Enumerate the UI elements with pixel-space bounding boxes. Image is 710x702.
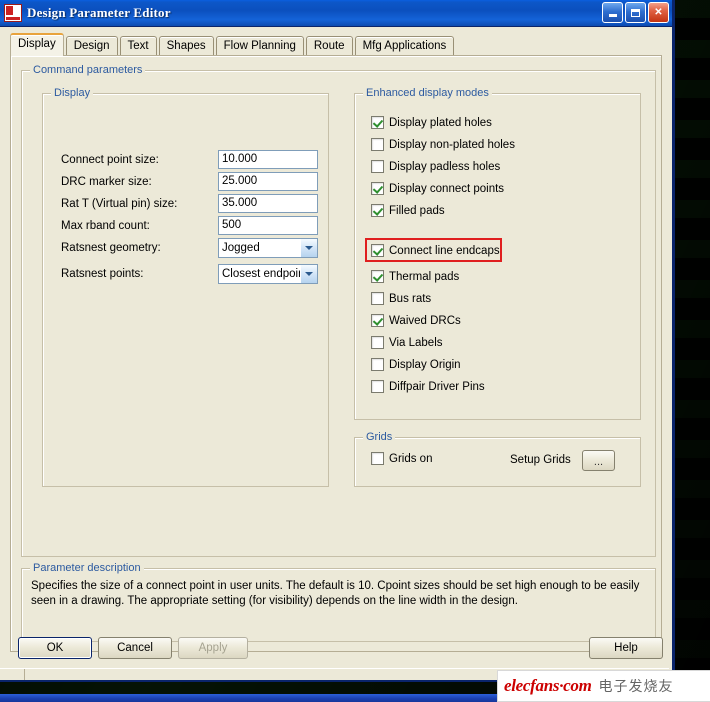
checkbox-label: Display plated holes: [389, 116, 492, 129]
ratsnest-geometry-value: Jogged: [222, 242, 260, 254]
checkbox-display-origin[interactable]: Display Origin: [371, 358, 461, 371]
checkbox-icon-checked[interactable]: [371, 182, 384, 195]
checkbox-icon-checked[interactable]: [371, 204, 384, 217]
checkbox-display-plated-holes[interactable]: Display plated holes: [371, 116, 492, 129]
checkbox-label: Grids on: [389, 452, 433, 465]
help-button[interactable]: Help: [589, 637, 663, 659]
setup-grids-label: Setup Grids: [510, 454, 571, 466]
ratsnest-geometry-select[interactable]: Jogged: [218, 238, 318, 258]
checkbox-label: Connect line endcaps: [389, 244, 500, 257]
app-document-icon: [4, 4, 22, 22]
tab-route[interactable]: Route: [305, 36, 353, 55]
enhanced-display-modes-title: Enhanced display modes: [363, 87, 492, 99]
checkbox-display-padless-holes[interactable]: Display padless holes: [371, 160, 500, 173]
ratsnest-points-select[interactable]: Closest endpoint: [218, 264, 318, 284]
checkbox-label: Filled pads: [389, 204, 445, 217]
max-rband-count-label: Max rband count:: [61, 220, 150, 232]
close-button[interactable]: ✕: [648, 2, 669, 23]
checkbox-via-labels[interactable]: Via Labels: [371, 336, 443, 349]
parameter-description-text: Specifies the size of a connect point in…: [31, 580, 640, 607]
checkbox-icon-unchecked[interactable]: [371, 292, 384, 305]
watermark-chinese-text: 电子发烧友: [598, 679, 674, 695]
watermark: elecfans·com 电子发烧友: [497, 670, 710, 702]
display-group-title: Display: [51, 87, 94, 99]
window-title: Design Parameter Editor: [27, 5, 171, 20]
connect-point-size-input[interactable]: 10.000: [218, 150, 318, 169]
tab-text[interactable]: Text: [119, 36, 157, 55]
minimize-icon: [608, 14, 617, 17]
dialog-button-bar: OK Cancel Apply Help: [0, 633, 669, 667]
display-tab-page: Command parameters Display Connect point…: [10, 55, 662, 652]
tab-shapes[interactable]: Shapes: [158, 36, 214, 55]
checkbox-diffpair-driver-pins[interactable]: Diffpair Driver Pins: [371, 380, 485, 393]
checkbox-connect-line-endcaps[interactable]: Connect line endcaps: [371, 244, 500, 257]
checkbox-label: Diffpair Driver Pins: [389, 380, 485, 393]
checkbox-bus-rats[interactable]: Bus rats: [371, 292, 431, 305]
setup-grids-button[interactable]: ...: [582, 450, 615, 471]
checkbox-label: Bus rats: [389, 292, 432, 305]
checkbox-waived-drcs[interactable]: Waived DRCs: [371, 314, 461, 327]
checkbox-icon-checked[interactable]: [371, 270, 384, 283]
watermark-latin-text: elecfans·com: [504, 676, 592, 695]
checkbox-icon-checked[interactable]: [371, 244, 384, 257]
checkbox-icon-unchecked[interactable]: [371, 160, 384, 173]
command-parameters-title: Command parameters: [30, 64, 146, 76]
tab-mfg-applications[interactable]: Mfg Applications: [354, 36, 455, 55]
minimize-button[interactable]: [602, 2, 623, 23]
grids-group-title: Grids: [363, 431, 396, 443]
rat-t-virtual-pin-size-label: Rat T (Virtual pin) size:: [61, 198, 178, 210]
tab-display[interactable]: Display: [10, 33, 64, 56]
cancel-button[interactable]: Cancel: [98, 637, 172, 659]
checkbox-label: Via Labels: [389, 336, 443, 349]
maximize-icon: [631, 8, 640, 17]
checkbox-icon-checked[interactable]: [371, 314, 384, 327]
ratsnest-points-label: Ratsnest points:: [61, 268, 144, 280]
checkbox-icon-unchecked[interactable]: [371, 138, 384, 151]
ratsnest-geometry-label: Ratsnest geometry:: [61, 242, 161, 254]
checkbox-label: Display non-plated holes: [389, 138, 515, 151]
drc-marker-size-input[interactable]: 25.000: [218, 172, 318, 191]
checkbox-thermal-pads[interactable]: Thermal pads: [371, 270, 459, 283]
checkbox-icon-unchecked[interactable]: [371, 452, 384, 465]
max-rband-count-input[interactable]: 500: [218, 216, 318, 235]
design-parameter-editor-window: Design Parameter Editor ✕ Display Design…: [0, 0, 675, 682]
chevron-down-icon[interactable]: [300, 239, 317, 257]
parameter-description-group: Parameter description Specifies the size…: [21, 562, 656, 642]
tab-flow-planning[interactable]: Flow Planning: [215, 36, 304, 55]
grids-group: Grids Grids on Setup Grids ...: [354, 431, 641, 487]
close-icon: ✕: [654, 6, 663, 18]
rat-t-virtual-pin-size-input[interactable]: 35.000: [218, 194, 318, 213]
title-bar[interactable]: Design Parameter Editor ✕: [0, 0, 672, 27]
parameter-description-title: Parameter description: [30, 562, 144, 574]
checkbox-label: Display padless holes: [389, 160, 501, 173]
ok-button[interactable]: OK: [18, 637, 92, 659]
ratsnest-points-value: Closest endpoint: [222, 268, 300, 280]
checkbox-label: Display Origin: [389, 358, 461, 371]
maximize-button[interactable]: [625, 2, 646, 23]
checkbox-icon-checked[interactable]: [371, 116, 384, 129]
checkbox-display-connect-points[interactable]: Display connect points: [371, 182, 504, 195]
chevron-down-icon[interactable]: [300, 265, 317, 283]
window-controls: ✕: [602, 2, 669, 23]
checkbox-icon-unchecked[interactable]: [371, 336, 384, 349]
connect-point-size-label: Connect point size:: [61, 154, 159, 166]
checkbox-label: Waived DRCs: [389, 314, 461, 327]
display-group: Display Connect point size: 10.000 DRC m…: [42, 87, 329, 487]
drc-marker-size-label: DRC marker size:: [61, 176, 152, 188]
enhanced-display-modes-group: Enhanced display modes Display plated ho…: [354, 87, 641, 420]
checkbox-filled-pads[interactable]: Filled pads: [371, 204, 445, 217]
checkbox-icon-unchecked[interactable]: [371, 380, 384, 393]
tab-design[interactable]: Design: [65, 36, 118, 55]
command-parameters-group: Command parameters Display Connect point…: [21, 64, 656, 557]
apply-button: Apply: [178, 637, 248, 659]
checkbox-grids-on[interactable]: Grids on: [371, 452, 432, 465]
checkbox-label: Display connect points: [389, 182, 505, 195]
tab-strip: Display Design Text Shapes Flow Planning…: [10, 33, 672, 56]
checkbox-label: Thermal pads: [389, 270, 460, 283]
checkbox-icon-unchecked[interactable]: [371, 358, 384, 371]
checkbox-display-non-plated-holes[interactable]: Display non-plated holes: [371, 138, 515, 151]
